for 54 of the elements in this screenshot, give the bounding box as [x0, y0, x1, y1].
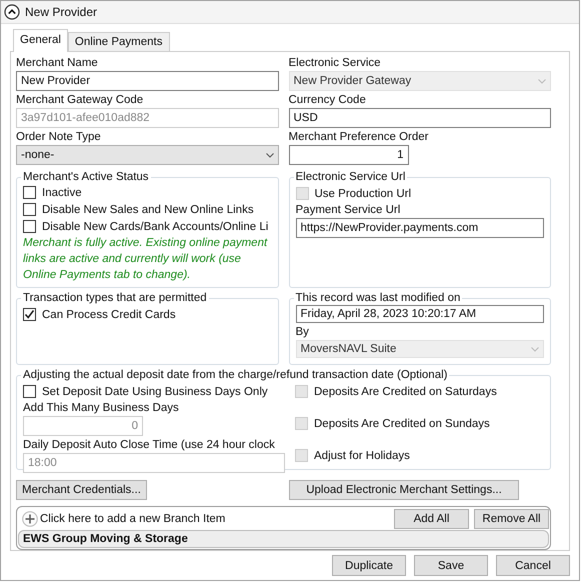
group-title: Adjusting the actual deposit date from the charge/refund transaction date (Optional): [22, 368, 448, 382]
field-label: Add This Many Business Days: [23, 401, 179, 416]
footer-button[interactable]: Save: [414, 555, 488, 576]
checkbox-label: Use Production Url: [314, 188, 412, 200]
dropdown[interactable]: MoversNAVL Suite: [296, 340, 544, 358]
input-field[interactable]: https://NewProvider.payments.com: [296, 218, 544, 238]
field-label: Merchant Preference Order: [288, 130, 430, 145]
add-branch-link[interactable]: Click here to add a new Branch Item: [40, 512, 226, 524]
checkbox[interactable]: [23, 203, 36, 216]
input-field[interactable]: Friday, April 28, 2023 10:20:17 AM: [296, 305, 544, 323]
field-label: Merchant Gateway Code: [16, 93, 144, 108]
group-title: Merchant's Active Status: [22, 170, 150, 184]
footer-button[interactable]: Duplicate: [332, 555, 406, 576]
checkbox-label: Deposits Are Credited on Saturdays: [314, 386, 497, 398]
checkbox-label: Disable New Sales and New Online Links: [42, 204, 254, 216]
field-label: Currency Code: [288, 93, 367, 108]
checkbox-label: Adjust for Holidays: [314, 450, 410, 462]
tab[interactable]: General: [13, 29, 68, 52]
input-field[interactable]: USD: [288, 108, 551, 128]
dropdown[interactable]: -none-: [16, 145, 278, 165]
branch-item[interactable]: EWS Group Moving & Storage: [18, 530, 549, 548]
collapse-icon[interactable]: [4, 4, 20, 20]
group-title: This record was last modified on: [294, 291, 462, 305]
checkbox[interactable]: [23, 385, 36, 398]
field-label: By: [296, 325, 310, 340]
action-button[interactable]: Merchant Credentials...: [16, 480, 147, 500]
checkbox-label: Disable New Cards/Bank Accounts/Online Li: [42, 220, 268, 232]
action-button[interactable]: Upload Electronic Merchant Settings...: [289, 480, 519, 500]
checkbox-label: Set Deposit Date Using Business Days Only: [42, 386, 268, 398]
checkbox-label: Can Process Credit Cards: [42, 308, 176, 320]
tab[interactable]: Online Payments: [68, 32, 170, 51]
checkbox-label: Inactive: [42, 186, 82, 198]
branch-button[interactable]: Add All: [394, 508, 469, 528]
input-field[interactable]: New Provider: [16, 71, 278, 91]
field-label: Order Note Type: [16, 130, 102, 145]
field-label: Daily Deposit Auto Close Time (use 24 hour clock: [23, 438, 275, 453]
checkbox-label: Deposits Are Credited on Sundays: [314, 418, 490, 430]
checkbox[interactable]: [23, 220, 36, 233]
input-field[interactable]: 1: [288, 145, 408, 165]
caret-icon: [266, 152, 274, 158]
field-label: Payment Service Url: [296, 203, 402, 218]
status-note: Merchant is fully active. Existing online payment links are active and currently will work (use Online Payments tab to change).: [23, 236, 268, 283]
field-label: Electronic Service: [288, 56, 382, 71]
field-label: Merchant Name: [16, 56, 99, 71]
branch-button[interactable]: Remove All: [474, 508, 549, 528]
group-title: Transaction types that are permitted: [22, 291, 208, 305]
caret-icon: [531, 346, 539, 352]
checkbox[interactable]: [23, 308, 36, 321]
group-title: Electronic Service Url: [294, 170, 406, 184]
caret-icon: [538, 78, 546, 84]
add-icon[interactable]: [22, 510, 38, 526]
checkbox[interactable]: [23, 186, 36, 199]
footer-button[interactable]: Cancel: [496, 555, 570, 576]
window-title: New Provider: [25, 5, 98, 19]
